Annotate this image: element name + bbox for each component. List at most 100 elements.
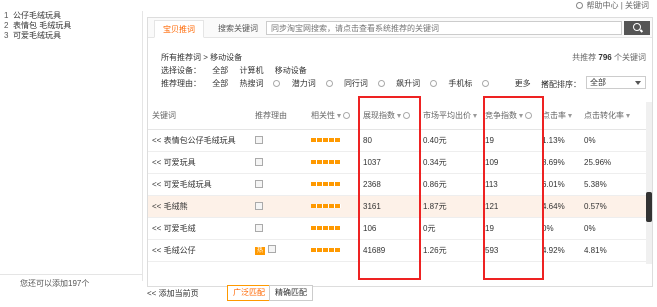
device-option[interactable]: 移动设备 — [275, 66, 307, 75]
recommend-option[interactable]: 热搜词 — [239, 79, 281, 88]
price-cell: 1.26元 — [419, 239, 481, 262]
sidebar-item-label: 公仔毛绒玩具 — [13, 11, 61, 20]
column-header: 推荐理由 — [251, 102, 307, 130]
keyword-cell[interactable]: << 可爱玩具 — [148, 151, 251, 174]
keyword-cell[interactable]: << 表情包公仔毛绒玩具 — [148, 129, 251, 152]
cvr-cell: 25.96% — [580, 151, 652, 174]
sidebar-item-label: 可爱毛绒玩具 — [13, 31, 61, 40]
relevance-cell — [307, 151, 359, 174]
impressions-cell: 41689 — [359, 239, 419, 262]
cvr-cell: 0% — [580, 217, 652, 240]
recommend-cell — [251, 217, 307, 240]
sort-select[interactable]: 全部 — [586, 76, 646, 89]
column-header[interactable]: 相关性 — [307, 102, 359, 130]
help-icon — [273, 80, 281, 87]
chevron-down-icon — [635, 81, 641, 85]
recommend-icon — [255, 201, 263, 210]
keyword-cell[interactable]: << 毛绒熊 — [148, 195, 251, 218]
selected-keywords-sidebar: 1 公仔毛绒玩具 2 表情包 毛绒玩具 3 可爱毛绒玩具 您还可以添加197个 — [0, 11, 143, 288]
table-row[interactable]: << 毛绒公仔 热 41689 1.26元 593 4.92% 4.81% — [148, 239, 652, 262]
sidebar-item[interactable]: 2 表情包 毛绒玩具 — [0, 21, 142, 31]
sidebar-item-label: 表情包 毛绒玩具 — [13, 21, 72, 30]
tab-item-keywords[interactable]: 宝贝推词 — [154, 20, 204, 38]
sidebar-item[interactable]: 3 可爱毛绒玩具 — [0, 31, 142, 41]
column-header[interactable]: 点击转化率 — [580, 102, 652, 130]
column-header[interactable]: 点击率 — [538, 102, 580, 130]
table-row[interactable]: << 表情包公仔毛绒玩具 80 0.40元 19 1.13% 0% — [148, 129, 652, 152]
impressions-cell: 1037 — [359, 151, 419, 174]
ctr-cell: 6.01% — [538, 173, 580, 196]
sort-label: 搭配排序： — [541, 80, 581, 89]
ctr-cell: 1.13% — [538, 129, 580, 152]
table-header-row: 关键词 推荐理由 相关性 展现指数 市场平均出价 竞争指数 点击率 点击转化率 — [148, 102, 652, 130]
sort-icon — [568, 113, 572, 118]
keyword-cell[interactable]: << 毛绒公仔 — [148, 239, 251, 262]
exact-match-button[interactable]: 精确匹配 — [269, 285, 313, 301]
total-count: 共推荐 796 个关键词 — [572, 53, 646, 62]
tab-search-keywords[interactable]: 搜索关键词 — [210, 20, 266, 37]
recommend-cell: 热 — [251, 239, 307, 262]
help-link[interactable]: 帮助中心 | 关键词 — [576, 0, 649, 11]
recommend-filter: 推荐理由： 全部 热搜词 潜力词 同行词 飙升词 手机标 更多 — [161, 78, 556, 89]
relevance-cell — [307, 173, 359, 196]
search-button[interactable] — [624, 21, 650, 35]
cvr-cell: 0.57% — [580, 195, 652, 218]
impressions-cell: 2368 — [359, 173, 419, 196]
top-strip: 帮助中心 | 关键词 — [0, 0, 657, 10]
recommend-option[interactable]: 同行词 — [344, 79, 385, 88]
relevance-cell — [307, 239, 359, 262]
competition-cell: 113 — [481, 173, 538, 196]
remaining-count: 您还可以添加197个 — [0, 274, 143, 291]
column-header[interactable]: 展现指数 — [359, 102, 419, 130]
recommend-option[interactable]: 手机标 — [448, 79, 490, 88]
price-cell: 0.86元 — [419, 173, 481, 196]
help-icon — [525, 111, 532, 119]
relevance-cell — [307, 129, 359, 152]
recommend-icon — [255, 157, 263, 166]
device-option[interactable]: 计算机 — [239, 66, 263, 75]
relevance-bar — [311, 203, 341, 208]
recommend-icon — [255, 135, 263, 144]
broad-match-button[interactable]: 广泛匹配 — [227, 285, 271, 301]
table-row[interactable]: << 可爱毛绒 106 0元 19 0% 0% — [148, 217, 652, 240]
sort-icon — [626, 113, 630, 118]
search-input[interactable] — [266, 21, 622, 35]
recommend-icon — [255, 223, 263, 232]
scrollbar-thumb[interactable] — [646, 192, 652, 222]
help-icon — [482, 80, 490, 87]
table-scrollbar[interactable] — [646, 102, 652, 264]
help-icon — [325, 80, 333, 87]
add-current-page-link[interactable]: << 添加当前页 — [147, 288, 199, 299]
device-option[interactable]: 全部 — [212, 66, 228, 75]
competition-cell: 19 — [481, 217, 538, 240]
hot-badge: 热 — [255, 247, 266, 255]
column-header[interactable]: 竞争指数 — [481, 102, 538, 130]
competition-cell: 19 — [481, 129, 538, 152]
recommend-cell — [251, 195, 307, 218]
relevance-bar — [311, 225, 341, 230]
keyword-cell[interactable]: << 可爱毛绒 — [148, 217, 251, 240]
price-cell: 0元 — [419, 217, 481, 240]
recommend-cell — [251, 129, 307, 152]
table-row[interactable]: << 可爱玩具 1037 0.34元 109 8.69% 25.96% — [148, 151, 652, 174]
impressions-cell: 3161 — [359, 195, 419, 218]
breadcrumb: 所有推荐词 > 移动设备 — [161, 53, 243, 62]
help-icon — [576, 2, 584, 9]
sidebar-item[interactable]: 1 公仔毛绒玩具 — [0, 11, 142, 21]
cvr-cell: 5.38% — [580, 173, 652, 196]
recommend-option[interactable]: 潜力词 — [292, 79, 333, 88]
table-row[interactable]: << 可爱毛绒玩具 2368 0.86元 113 6.01% 5.38% — [148, 173, 652, 196]
competition-cell: 121 — [481, 195, 538, 218]
keyword-cell[interactable]: << 可爱毛绒玩具 — [148, 173, 251, 196]
competition-cell: 593 — [481, 239, 538, 262]
recommend-option[interactable]: 全部 — [212, 79, 228, 88]
relevance-cell — [307, 195, 359, 218]
table-row-hover[interactable]: << 毛绒熊 3161 1.87元 121 4.64% 0.57% — [148, 195, 652, 218]
relevance-bar — [311, 247, 341, 252]
ctr-cell: 8.69% — [538, 151, 580, 174]
column-header[interactable]: 市场平均出价 — [419, 102, 481, 130]
impressions-cell: 106 — [359, 217, 419, 240]
recommend-option[interactable]: 飙升词 — [396, 79, 438, 88]
recommend-cell — [251, 173, 307, 196]
price-cell: 0.34元 — [419, 151, 481, 174]
